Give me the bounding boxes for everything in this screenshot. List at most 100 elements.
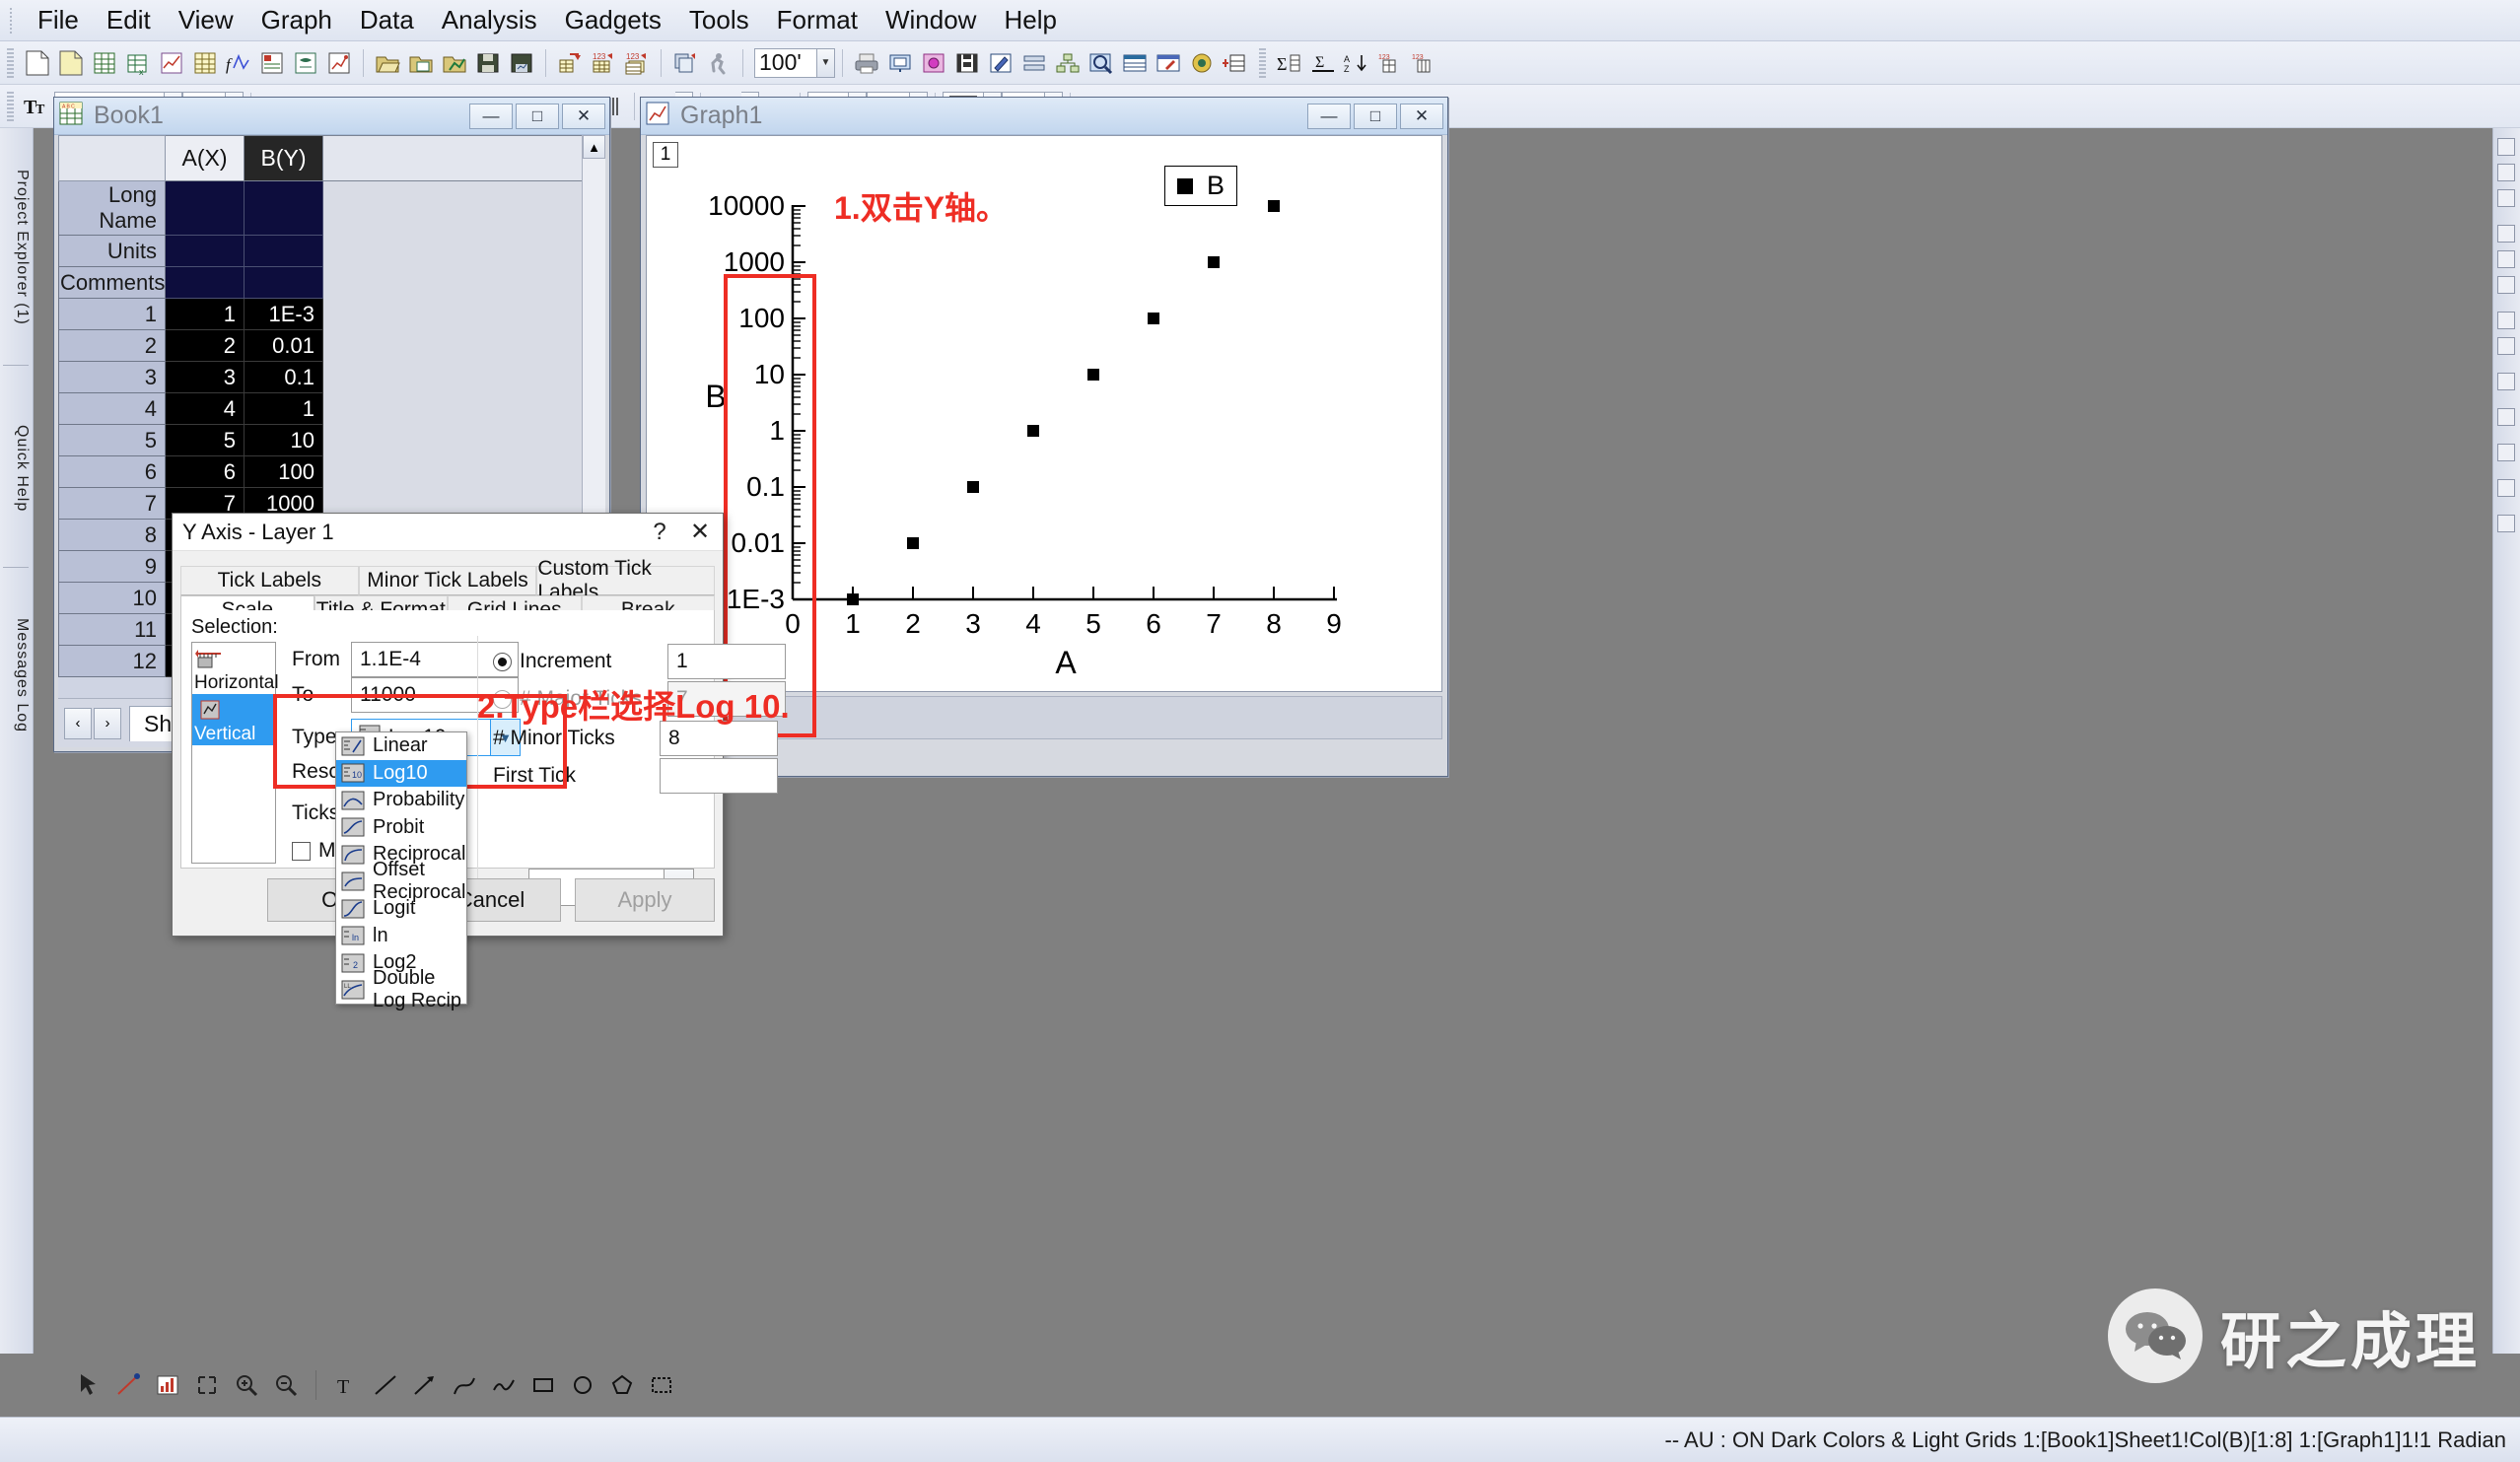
toolbar-grip[interactable] xyxy=(7,91,14,121)
add-layer-icon[interactable] xyxy=(1221,48,1250,78)
book1-close-button[interactable]: ✕ xyxy=(562,103,605,129)
column-header-a[interactable]: A(X) xyxy=(165,135,245,181)
zoom-out-icon[interactable] xyxy=(269,1368,303,1402)
dialog-close-button[interactable]: ✕ xyxy=(677,515,723,550)
open-excel-icon[interactable] xyxy=(406,48,436,78)
cell-b[interactable]: 0.01 xyxy=(244,329,323,362)
cell-b[interactable]: 100 xyxy=(244,455,323,488)
theme-icon[interactable] xyxy=(1187,48,1217,78)
polygon-tool-icon[interactable] xyxy=(605,1368,639,1402)
row-number[interactable]: 6 xyxy=(58,455,166,488)
graph1-close-button[interactable]: ✕ xyxy=(1400,103,1443,129)
table-row[interactable]: 5 5 10 xyxy=(58,424,605,456)
meta-cell-b-units[interactable] xyxy=(244,235,323,267)
menu-file[interactable]: File xyxy=(24,3,93,37)
import-wizard-icon[interactable] xyxy=(555,48,585,78)
increment-radio[interactable] xyxy=(493,652,512,671)
menu-analysis[interactable]: Analysis xyxy=(428,3,551,37)
sidebar-item-quick-help[interactable]: Quick Help xyxy=(1,375,31,562)
edit-table-icon[interactable] xyxy=(1154,48,1183,78)
export-graph-icon[interactable] xyxy=(952,48,982,78)
tab-minor-tick-labels[interactable]: Minor Tick Labels xyxy=(358,566,537,595)
meta-label-long-name[interactable]: Long Name xyxy=(58,180,166,236)
menu-graph[interactable]: Graph xyxy=(247,3,346,37)
sort-icon[interactable]: AZ xyxy=(1342,48,1371,78)
menu-tools[interactable]: Tools xyxy=(675,3,763,37)
new-folder-icon[interactable] xyxy=(56,48,86,78)
cell-b[interactable]: 0.1 xyxy=(244,361,323,393)
right-tool-6[interactable] xyxy=(2497,276,2515,294)
row-number[interactable]: 12 xyxy=(58,645,166,677)
new-worksheet-icon[interactable] xyxy=(190,48,220,78)
row-number[interactable]: 11 xyxy=(58,613,166,646)
new-workbook-icon[interactable] xyxy=(90,48,119,78)
right-tool-5[interactable] xyxy=(2497,250,2515,268)
statistics-icon[interactable]: Σ xyxy=(1275,48,1304,78)
set-column-values-icon[interactable]: 123 xyxy=(1375,48,1405,78)
dropdown-option-probit[interactable]: Probit xyxy=(336,814,466,842)
right-tool-3[interactable] xyxy=(2497,189,2515,207)
tab-tick-labels[interactable]: Tick Labels xyxy=(180,566,359,595)
cell-a[interactable]: 4 xyxy=(165,392,245,425)
menu-format[interactable]: Format xyxy=(763,3,872,37)
selection-item-vertical[interactable]: Vertical xyxy=(192,694,275,745)
text-tool-bottom-icon[interactable]: T xyxy=(329,1368,363,1402)
duplicate-icon[interactable] xyxy=(670,48,700,78)
curve-tool-icon[interactable] xyxy=(448,1368,481,1402)
layout-icon[interactable] xyxy=(1019,48,1049,78)
column-header-b[interactable]: B(Y) xyxy=(244,135,323,181)
graph1-minimize-button[interactable]: — xyxy=(1307,103,1351,129)
circle-tool-icon[interactable] xyxy=(566,1368,599,1402)
copy-page-icon[interactable] xyxy=(919,48,948,78)
data-reader-icon[interactable] xyxy=(151,1368,184,1402)
cell-a[interactable]: 6 xyxy=(165,455,245,488)
help-icon[interactable]: ? xyxy=(642,515,677,550)
graph-legend[interactable]: B xyxy=(1164,166,1238,206)
right-tool-7[interactable] xyxy=(2497,312,2515,329)
save-window-icon[interactable] xyxy=(507,48,536,78)
axis-selection-list[interactable]: Horizontal Vertical xyxy=(191,642,279,864)
sum-icon[interactable]: Σ xyxy=(1308,48,1338,78)
arrow-tool-icon[interactable] xyxy=(408,1368,442,1402)
new-table-icon[interactable] xyxy=(1120,48,1150,78)
menu-window[interactable]: Window xyxy=(872,3,990,37)
normalize-icon[interactable]: 123 xyxy=(1409,48,1438,78)
book1-minimize-button[interactable]: — xyxy=(469,103,513,129)
selection-item-horizontal[interactable]: Horizontal xyxy=(192,643,279,694)
menu-gadgets[interactable]: Gadgets xyxy=(551,3,675,37)
zoom-panel-icon[interactable] xyxy=(1086,48,1116,78)
dropdown-option-double-log-reciprocal[interactable]: LL Double Log Recip xyxy=(336,967,466,1011)
dropdown-option-probability[interactable]: Probability xyxy=(336,787,466,814)
sidebar-item-project-explorer[interactable]: Project Explorer (1) xyxy=(1,134,31,361)
merge-graph-icon[interactable] xyxy=(1053,48,1083,78)
book1-title-bar[interactable]: A B C Book1 — □ ✕ xyxy=(54,98,609,135)
meta-label-units[interactable]: Units xyxy=(58,235,166,267)
menu-data[interactable]: Data xyxy=(346,3,428,37)
table-row[interactable]: 1 1 1E-3 xyxy=(58,298,605,330)
type-dropdown-list[interactable]: Linear 10 Log10 Probability Probit Recip… xyxy=(335,731,467,1011)
print-preview-icon[interactable] xyxy=(885,48,915,78)
new-project-icon[interactable] xyxy=(23,48,52,78)
row-number[interactable]: 8 xyxy=(58,519,166,551)
dropdown-option-offset-reciprocal[interactable]: Offset Reciprocal xyxy=(336,859,466,903)
table-row[interactable]: 2 2 0.01 xyxy=(58,329,605,362)
cell-b[interactable]: 1E-3 xyxy=(244,298,323,330)
open-project-icon[interactable] xyxy=(373,48,402,78)
meta-cell-a-longname[interactable] xyxy=(165,180,245,236)
new-notes-icon[interactable] xyxy=(291,48,320,78)
right-tool-1[interactable] xyxy=(2497,138,2515,156)
scatter-plot-svg[interactable]: 1E-3 0.01 0.1 1 10 100 1000 10000 0 1 2 xyxy=(647,136,1443,691)
scroll-up-arrow-icon[interactable]: ▲ xyxy=(583,135,605,159)
region-tool-icon[interactable] xyxy=(645,1368,678,1402)
cell-a[interactable]: 3 xyxy=(165,361,245,393)
cell-a[interactable]: 5 xyxy=(165,424,245,456)
row-number[interactable]: 4 xyxy=(58,392,166,425)
apply-button[interactable]: Apply xyxy=(575,878,715,922)
cell-a[interactable]: 2 xyxy=(165,329,245,362)
menu-view[interactable]: View xyxy=(165,3,247,37)
rectangle-tool-icon[interactable] xyxy=(526,1368,560,1402)
row-number[interactable]: 1 xyxy=(58,298,166,330)
row-number[interactable]: 9 xyxy=(58,550,166,583)
graph-page[interactable]: 1 1E-3 0.01 0.1 1 10 100 1000 10000 0 1 … xyxy=(646,135,1443,737)
right-tool-10[interactable] xyxy=(2497,408,2515,426)
